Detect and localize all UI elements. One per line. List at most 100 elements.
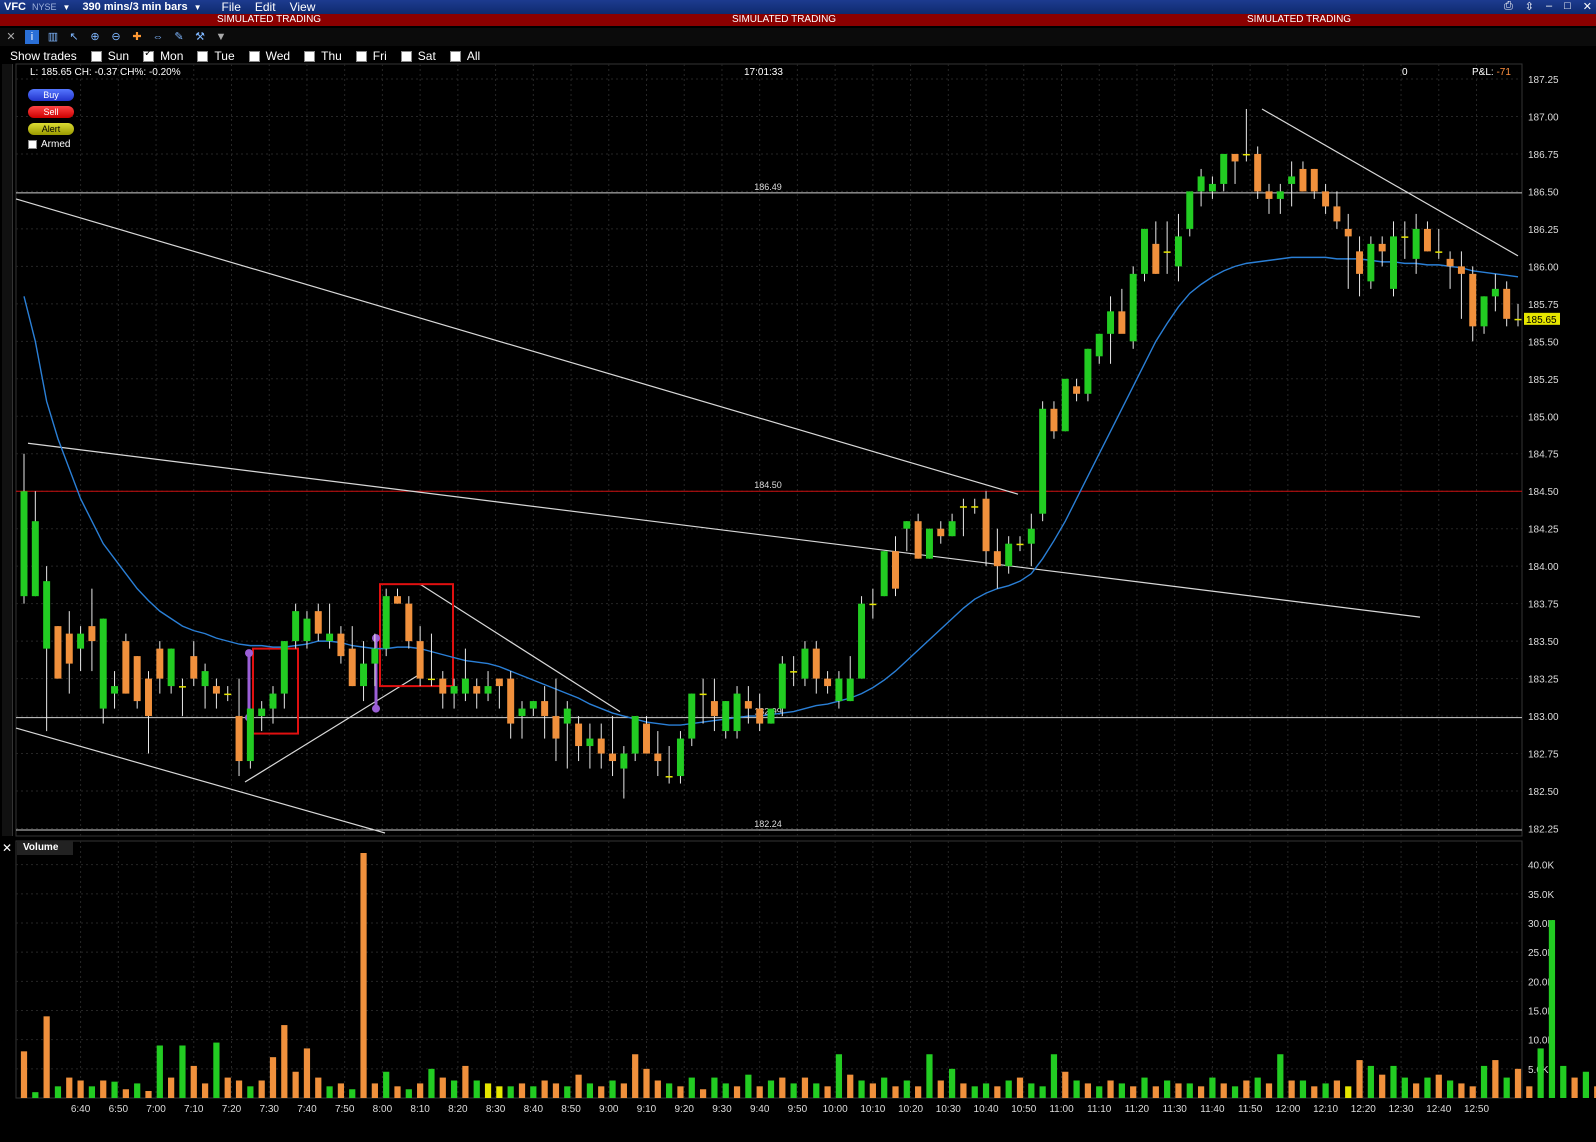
- price-tick-label: 183.75: [1528, 600, 1559, 611]
- volume-plot-frame: [15, 840, 1523, 1099]
- volume-bar: [711, 1077, 718, 1098]
- candle-body: [835, 678, 843, 702]
- candle-body: [394, 596, 401, 604]
- candle-body: [733, 693, 741, 732]
- candle-body: [586, 738, 594, 747]
- checkbox-icon[interactable]: [28, 140, 37, 149]
- volume-bar: [801, 1077, 809, 1098]
- volume-bar: [156, 1045, 163, 1098]
- volume-bar: [1503, 1077, 1510, 1098]
- buy-button[interactable]: Buy: [28, 89, 74, 101]
- volume-bar: [394, 1086, 401, 1098]
- volume-bar: [1345, 1086, 1352, 1098]
- volume-bar: [1005, 1080, 1012, 1098]
- candle-body: [167, 648, 175, 687]
- candle-body: [178, 686, 186, 688]
- volume-bar: [1333, 1080, 1341, 1098]
- candle-body: [427, 678, 435, 681]
- candle-body: [846, 678, 854, 702]
- volume-bar: [824, 1086, 831, 1098]
- candle-body: [1095, 333, 1103, 357]
- candle-body: [1152, 243, 1160, 274]
- candle-body: [473, 686, 481, 694]
- candle-body: [654, 753, 662, 762]
- price-tick-label: 186.75: [1528, 150, 1559, 161]
- candle-body: [1186, 191, 1194, 229]
- armed-toggle[interactable]: Armed: [28, 139, 70, 150]
- volume-bar: [756, 1086, 763, 1098]
- candle-body: [20, 491, 28, 597]
- close-icon[interactable]: ✕: [2, 841, 12, 855]
- candle-body: [43, 581, 51, 649]
- candle-body: [382, 596, 390, 649]
- volume-bar: [1446, 1080, 1454, 1098]
- candle-body: [484, 686, 492, 694]
- volume-bar: [699, 1089, 707, 1098]
- volume-bar: [462, 1065, 469, 1098]
- volume-bar: [666, 1083, 673, 1098]
- candle-body: [1242, 153, 1250, 156]
- time-tick-label: 11:20: [1125, 1104, 1150, 1115]
- volume-bar: [269, 1057, 277, 1098]
- candle-body: [1174, 236, 1182, 267]
- volume-bar: [484, 1083, 492, 1098]
- time-tick-label: 10:10: [860, 1104, 885, 1115]
- volume-bar: [926, 1054, 933, 1098]
- volume-panel-title: Volume: [17, 841, 73, 855]
- candle-body: [620, 753, 628, 769]
- price-tick-label: 184.00: [1528, 562, 1559, 573]
- candle-body: [982, 498, 990, 552]
- price-tick-label: 187.25: [1528, 75, 1559, 86]
- candle-body: [224, 693, 232, 696]
- time-tick-label: 12:00: [1275, 1104, 1300, 1115]
- candle-body: [292, 611, 300, 642]
- candle-body: [99, 618, 107, 709]
- candle-body: [665, 776, 673, 778]
- price-chart[interactable]: 187.25 187.00 186.75 186.50 186.25 186.00 185.…: [0, 0, 1596, 1142]
- volume-bar: [1367, 1065, 1374, 1098]
- volume-bar: [858, 1080, 865, 1098]
- candle-body: [778, 663, 786, 709]
- candle-body: [1435, 251, 1443, 253]
- candle-body: [1378, 243, 1386, 252]
- time-tick-label: 7:30: [259, 1104, 279, 1115]
- volume-bar: [496, 1086, 503, 1098]
- volume-bar: [1560, 1065, 1567, 1098]
- candle-body: [348, 648, 356, 687]
- candle-body: [1039, 408, 1047, 514]
- volume-bar: [1390, 1065, 1397, 1098]
- time-tick-label: 8:10: [410, 1104, 430, 1115]
- price-tick-label: 185.50: [1528, 337, 1559, 348]
- volume-bar: [1548, 920, 1556, 1098]
- candle-body: [1423, 228, 1431, 252]
- time-tick-label: 9:30: [712, 1104, 732, 1115]
- volume-bar: [632, 1054, 639, 1098]
- candle-body: [122, 641, 130, 694]
- price-tick-label: 184.50: [1528, 487, 1559, 498]
- candle-body: [1050, 408, 1058, 432]
- volume-bar: [1118, 1083, 1125, 1098]
- candle-body: [1163, 251, 1171, 253]
- candle-body: [1118, 311, 1126, 334]
- sell-button[interactable]: Sell: [28, 106, 74, 118]
- alert-button[interactable]: Alert: [28, 123, 74, 135]
- volume-bar: [530, 1086, 537, 1098]
- volume-bar: [179, 1045, 186, 1098]
- volume-bar: [598, 1086, 605, 1098]
- volume-bar: [654, 1080, 661, 1098]
- volume-bar: [1537, 1048, 1544, 1098]
- volume-bar: [1175, 1083, 1182, 1098]
- candle-body: [1480, 296, 1488, 327]
- range-marker-dot: [372, 704, 380, 713]
- candle-body: [1367, 243, 1375, 282]
- volume-bar: [349, 1089, 356, 1098]
- candle-body: [858, 603, 866, 679]
- volume-bar: [960, 1083, 967, 1098]
- time-tick-label: 9:10: [637, 1104, 657, 1115]
- candle-body: [145, 678, 152, 717]
- time-tick-label: 9:00: [599, 1104, 619, 1115]
- candle-body: [1141, 228, 1148, 274]
- candle-body: [925, 528, 933, 559]
- volume-bar: [1130, 1086, 1137, 1098]
- candle-body: [258, 708, 266, 717]
